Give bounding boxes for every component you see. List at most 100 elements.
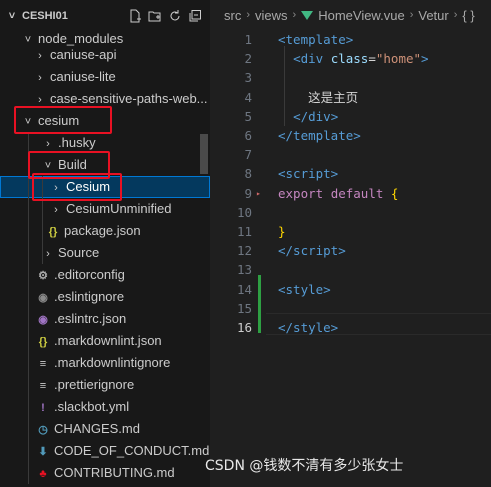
tree-item[interactable]: › caniuse-lite — [0, 66, 210, 88]
chevron-right-icon[interactable]: › — [34, 45, 46, 67]
file-icon: ! — [41, 402, 45, 414]
line-number: 9 — [244, 185, 252, 201]
tree-item-label: .editorconfig — [54, 267, 125, 282]
breadcrumb-separator-icon: › — [246, 9, 251, 21]
code-text: export default { — [278, 185, 399, 201]
tree-item-label: .eslintrc.json — [54, 311, 127, 326]
tree-item-label: .eslintignore — [54, 289, 125, 304]
tree-item-label: .prettierignore — [54, 377, 135, 392]
code-text: <style> — [278, 281, 331, 297]
line-number: 14 — [236, 281, 252, 297]
line-number: 5 — [244, 108, 252, 124]
new-file-icon[interactable] — [128, 9, 142, 23]
breadcrumb-src[interactable]: src — [224, 8, 241, 23]
file-icon: ◷ — [38, 424, 48, 436]
tree-item[interactable]: › CesiumUnminified — [0, 198, 210, 220]
code-line: 9 ▸ export default { — [210, 184, 491, 203]
breadcrumb-file[interactable]: HomeView.vue — [318, 8, 404, 23]
file-icon: ≡ — [39, 358, 47, 370]
code-line: 1 <template> — [210, 30, 491, 49]
tree-item[interactable]: {} package.json — [0, 220, 210, 242]
code-text: } — [278, 224, 286, 239]
fold-marker-icon[interactable]: ▸ — [256, 184, 261, 203]
breadcrumb-vetur[interactable]: Vetur — [418, 8, 448, 23]
tree-indent-guide — [28, 132, 29, 484]
chevron-right-icon[interactable]: › — [50, 199, 62, 221]
tree-item-label: CONTRIBUTING.md — [54, 465, 175, 480]
watermark: CSDN @钱数不清有多少张女士 — [205, 458, 404, 474]
refresh-icon[interactable] — [168, 9, 182, 23]
line-number: 4 — [244, 89, 252, 105]
tree-item[interactable]: ≡ .prettierignore — [0, 374, 210, 396]
explorer-panel: ˅ CESHI01 ˅ node_modules › caniuse-api › cani… — [0, 0, 210, 487]
breadcrumb-separator-icon: › — [292, 9, 297, 21]
tree-item-label: Source — [58, 245, 100, 260]
file-icon: ◉ — [38, 292, 48, 304]
tree-item-label: .markdownlintignore — [54, 355, 171, 370]
tree-item[interactable]: › caniuse-api — [0, 44, 210, 66]
breadcrumb: src › views › HomeView.vue › Vetur › { } — [210, 0, 491, 30]
line-number: 2 — [244, 51, 252, 67]
tree-item[interactable]: ◉ .eslintrc.json — [0, 308, 210, 330]
tree-item-label: caniuse-api — [50, 47, 117, 62]
tree-item[interactable]: ◷ CHANGES.md — [0, 418, 210, 440]
code-line: 15 — [210, 299, 491, 318]
explorer-actions — [128, 9, 210, 23]
tree-item-label: CODE_OF_CONDUCT.md — [54, 443, 210, 458]
code-line: 16 </style> — [210, 318, 491, 337]
line-number: 8 — [244, 166, 252, 182]
file-icon: ⬇ — [38, 446, 48, 458]
line-number: 7 — [244, 147, 252, 163]
chevron-right-icon[interactable]: › — [34, 67, 46, 89]
line-number: 16 — [236, 320, 252, 335]
code-text: <template> — [278, 32, 354, 47]
line-number: 10 — [236, 204, 252, 220]
tree-item[interactable]: ♣ CONTRIBUTING.md — [0, 462, 210, 484]
chevron-down-icon[interactable]: ˅ — [6, 10, 18, 22]
collapse-all-icon[interactable] — [188, 9, 202, 23]
tree-item[interactable]: ◉ .eslintignore — [0, 286, 210, 308]
code-line: 14 <style> — [210, 280, 491, 299]
tree-item[interactable]: ⚙ .editorconfig — [0, 264, 210, 286]
file-icon: ♣ — [39, 468, 47, 480]
vue-file-icon — [301, 10, 314, 20]
file-icon: ≡ — [39, 380, 47, 392]
line-number: 3 — [244, 70, 252, 86]
breadcrumb-views[interactable]: views — [255, 8, 288, 23]
line-number: 6 — [244, 128, 252, 143]
code-line: 2 <div class="home"> — [210, 49, 491, 68]
highlight-box-cesium-folder — [32, 173, 122, 201]
code-line: 11} — [210, 222, 491, 241]
line-number: 13 — [236, 262, 252, 278]
file-icon: ◉ — [38, 314, 48, 326]
tree-item[interactable]: ⬇ CODE_OF_CONDUCT.md — [0, 440, 210, 462]
code-line: 12 </script> — [210, 241, 491, 260]
new-folder-icon[interactable] — [148, 9, 162, 23]
chevron-right-icon[interactable]: › — [42, 243, 54, 265]
highlight-box-cesium — [14, 106, 112, 134]
editor-area: src › views › HomeView.vue › Vetur › { }… — [210, 0, 491, 487]
file-icon: ⚙ — [38, 270, 48, 282]
code-line: 5 </div> — [210, 107, 491, 126]
code-text: </div> — [293, 108, 339, 124]
tree-item[interactable]: {} .markdownlint.json — [0, 330, 210, 352]
code-text: 这是主页 — [308, 89, 359, 105]
tree-item-label: case-sensitive-paths-web... — [50, 91, 208, 106]
file-icon: {} — [48, 226, 58, 238]
line-number: 15 — [236, 300, 252, 316]
tree-item[interactable]: ! .slackbot.yml — [0, 396, 210, 418]
tree-item[interactable]: ≡ .markdownlintignore — [0, 352, 210, 374]
workspace-title[interactable]: CESHI01 — [22, 10, 68, 22]
breadcrumb-symbol[interactable]: { } — [462, 8, 474, 23]
code-line: 8 <script> — [210, 164, 491, 183]
explorer-scrollbar[interactable] — [200, 134, 208, 174]
code-line: 6 </template> — [210, 126, 491, 145]
line-number: 12 — [236, 243, 252, 259]
file-icon: {} — [38, 336, 48, 348]
tree-item[interactable]: › Source — [0, 242, 210, 264]
code-line: 7 — [210, 145, 491, 164]
tree-item-label: CHANGES.md — [54, 421, 140, 436]
code-line: 3 — [210, 68, 491, 87]
breadcrumb-separator-icon: › — [453, 9, 458, 21]
code-line: 4 这是主页 — [210, 88, 491, 107]
